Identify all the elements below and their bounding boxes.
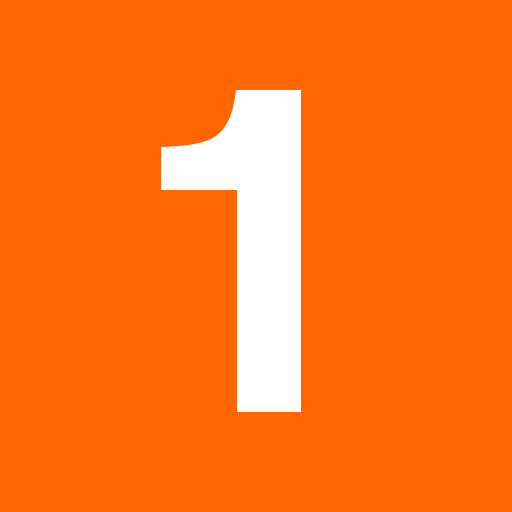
digit-one-shape — [161, 90, 301, 412]
number-tile: 1 — [0, 0, 512, 512]
digit-one-glyph — [161, 90, 301, 412]
